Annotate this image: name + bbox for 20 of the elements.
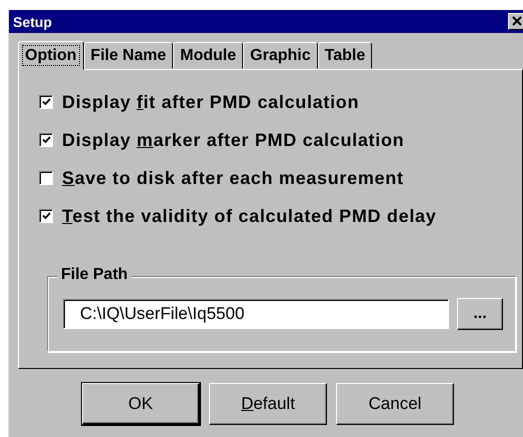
tab[interactable]: Module [173, 42, 244, 69]
tab[interactable]: Table [318, 42, 372, 69]
tab[interactable]: Option [18, 41, 84, 70]
checkbox[interactable] [39, 171, 53, 185]
dialog-button[interactable]: OK [82, 383, 200, 425]
checkbox[interactable] [39, 209, 53, 223]
tab[interactable]: File Name [84, 42, 174, 69]
checkbox-label[interactable]: Save to disk after each measurement [62, 168, 404, 188]
checkbox-label[interactable]: Display fit after PMD calculation [62, 92, 360, 112]
tab[interactable]: Graphic [243, 42, 318, 69]
dialog-button[interactable]: Default [209, 383, 327, 425]
path-field[interactable]: C:\IQ\UserFile\Iq5500 [63, 299, 449, 329]
checkbox[interactable] [39, 95, 53, 109]
checkbox-label[interactable]: Display marker after PMD calculation [62, 130, 404, 150]
checkbox[interactable] [39, 133, 53, 147]
checkbox-label[interactable]: Test the validity of calculated PMD delay [62, 206, 436, 226]
browse-button[interactable]: ... [457, 298, 503, 330]
dialog-button[interactable]: Cancel [336, 383, 454, 425]
close-icon[interactable] [508, 13, 523, 30]
window-title: Setup [13, 14, 52, 30]
